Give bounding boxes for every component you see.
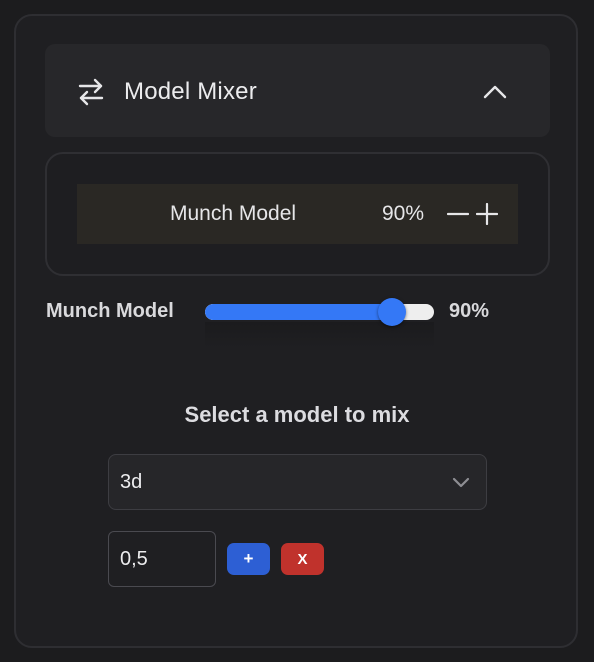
plus-icon[interactable]	[476, 203, 498, 225]
slider-value: 90%	[449, 300, 490, 322]
model-select[interactable]	[108, 454, 487, 510]
weight-input[interactable]	[108, 531, 216, 587]
swap-arrows-icon	[78, 78, 104, 106]
mixer-header[interactable]	[45, 44, 550, 137]
add-model-button[interactable]: +	[227, 543, 270, 575]
slider-fill	[205, 304, 392, 320]
mixer-title: Model Mixer	[124, 78, 257, 105]
slider-label: Munch Model	[46, 300, 174, 322]
chevron-down-icon	[452, 477, 470, 488]
remove-model-button[interactable]: X	[281, 543, 324, 575]
slider-thumb[interactable]	[377, 298, 406, 326]
mix-item-name: Munch Model	[170, 202, 297, 225]
chevron-up-icon[interactable]	[482, 80, 508, 104]
slider-shadow	[205, 322, 434, 348]
select-title: Select a model to mix	[184, 402, 410, 427]
minus-icon[interactable]	[447, 203, 469, 225]
mix-item-percent: 90%	[382, 202, 425, 225]
model-select-value: 3d	[120, 471, 143, 493]
